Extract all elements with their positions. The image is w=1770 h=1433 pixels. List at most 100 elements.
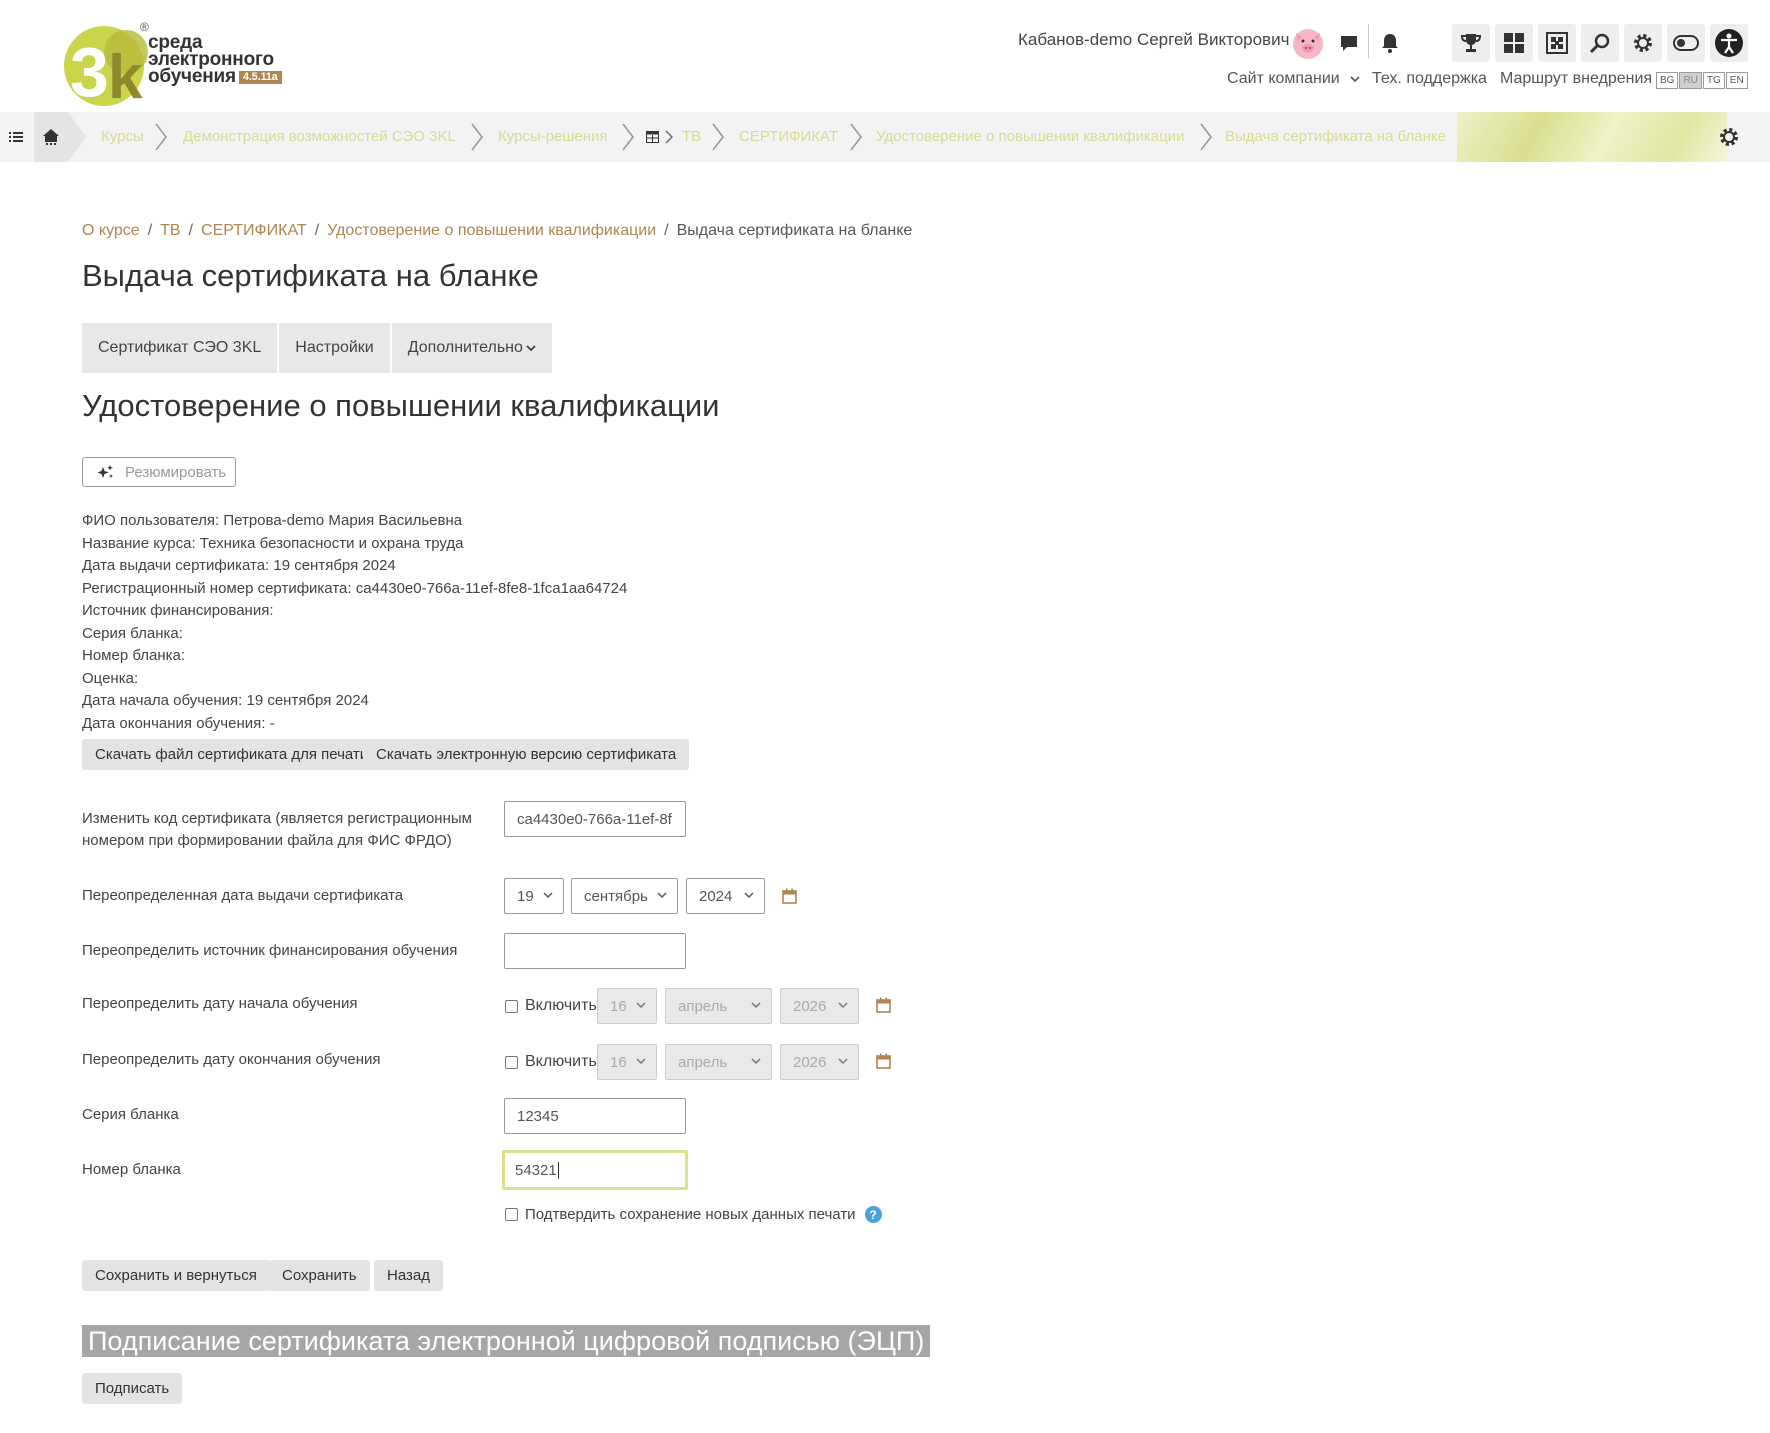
section-title: Удостоверение о повышении квалификации [82,388,720,423]
breadcrumb-tv[interactable]: ТВ [160,222,180,239]
version-badge: 4.5.11a [238,71,282,84]
crumb-certificate[interactable]: СЕРТИФИКАТ [739,128,838,145]
avatar[interactable] [1290,25,1326,61]
calendar-icon[interactable] [876,1053,891,1069]
download-electronic-button[interactable]: Скачать электронную версию сертификата [363,739,690,770]
user-name[interactable]: Кабанов-demo Сергей Викторович [1018,30,1289,50]
info-line-course: Название курса: Техника безопасности и о… [82,534,464,552]
funding-label: Переопределить источник финансирования о… [82,942,458,959]
chevron-down-icon [1350,76,1360,83]
resume-button[interactable]: Резюмировать [82,457,236,487]
chat-icon[interactable] [1330,24,1368,62]
breadcrumb-separator: / [314,222,320,239]
dashboard-icon[interactable] [1495,24,1533,62]
end-enable-label: Включить [525,1053,597,1070]
menu-list-icon[interactable] [0,112,32,162]
calendar-icon[interactable] [782,888,797,904]
tab-certificate-3kl[interactable]: Сертификат СЭО 3KL [82,323,280,373]
number-input[interactable]: 54321 [502,1150,688,1190]
calendar-icon[interactable] [876,997,891,1013]
code-label-line-2: номером при формировании файла для ФИС Ф… [82,832,452,849]
confirm-save-label: Подтвердить сохранение новых данных печа… [525,1206,856,1223]
header-divider [1368,24,1369,58]
info-line-issue-date: Дата выдачи сертификата: 19 сентября 202… [82,557,396,574]
end-year-select[interactable]: 2026 [780,1044,859,1080]
chevron-right-icon [471,123,484,151]
back-button[interactable]: Назад [374,1260,443,1291]
support-link[interactable]: Тех. поддержка [1372,70,1487,88]
funding-input[interactable] [504,933,686,969]
end-day-select[interactable]: 16 [597,1044,657,1080]
bell-icon[interactable] [1371,24,1409,62]
tab-more[interactable]: Дополнительно [392,323,552,373]
logo-text: среда электронного обучения 4.5.11a [148,33,282,86]
crumb-courses[interactable]: Курсы [101,128,144,145]
company-site-label: Сайт компании [1227,70,1340,87]
lang-en[interactable]: EN [1725,72,1748,89]
theme-toggle-icon[interactable] [1667,24,1705,62]
crumb-issue[interactable]: Выдача сертификата на бланке [1225,128,1446,145]
crumb-tv[interactable]: ТВ [682,128,701,145]
info-line-user: ФИО пользователя: Петрова-demo Мария Вас… [82,512,463,529]
svg-text:3: 3 [70,33,109,108]
lang-ru[interactable]: RU [1679,72,1702,89]
series-input[interactable]: 12345 [504,1098,686,1134]
breadcrumb-about-course[interactable]: О курсе [82,222,140,239]
chevron-down-icon [657,892,667,899]
chevron-right-icon [712,123,725,151]
checkbox-box [505,1208,518,1221]
info-line-number: Номер бланка: [82,647,186,664]
search-icon[interactable] [1581,24,1619,62]
checkbox-box [505,999,518,1013]
crumb-demo[interactable]: Демонстрация возможностей СЭО 3KL [183,128,456,145]
start-day-select[interactable]: 16 [597,988,657,1024]
end-enable-checkbox[interactable]: Включить [505,1053,597,1071]
code-label: Изменить код сертификата (является регис… [82,808,472,852]
company-site-link[interactable]: Сайт компании [1227,70,1360,88]
crumb-solutions[interactable]: Курсы-решения [498,128,608,145]
save-button[interactable]: Сохранить [269,1260,370,1291]
gear-icon[interactable] [1624,24,1662,62]
puzzle-icon[interactable] [1538,24,1576,62]
lang-tg[interactable]: TG [1702,72,1725,89]
info-line-series: Серия бланка: [82,624,183,642]
certificate-code-input[interactable]: ca4430e0-766a-11ef-8f [504,801,686,837]
sign-button[interactable]: Подписать [82,1373,183,1404]
download-print-button[interactable]: Скачать файл сертификата для печати [82,739,382,770]
end-month-select[interactable]: апрель [665,1044,772,1080]
breadcrumb-qualification[interactable]: Удостоверение о повышении квалификации [327,222,656,239]
start-enable-checkbox[interactable]: Включить [505,997,597,1015]
crumb-qualification[interactable]: Удостоверение о повышении квалификации [876,128,1184,145]
start-day-value: 16 [610,997,627,1015]
chevron-right-small-icon [665,130,673,144]
start-date-label: Переопределить дату начала обучения [82,995,358,1012]
page-settings-gear-icon[interactable] [1718,126,1740,153]
home-icon[interactable] [34,112,68,162]
issue-date-label: Переопределенная дата выдачи сертификата [82,887,404,904]
signature-section-title: Подписание сертификата электронной цифро… [82,1325,931,1357]
accessibility-icon[interactable] [1710,24,1748,62]
info-line-reg-number: Регистрационный номер сертификата: ca443… [82,579,628,597]
number-label: Номер бланка [82,1161,181,1178]
lang-bg[interactable]: BG [1656,72,1679,89]
info-line-funding: Источник финансирования: [82,602,274,619]
info-line-start-date: Дата начала обучения: 19 сентября 2024 [82,692,369,709]
start-year-value: 2026 [793,997,827,1015]
help-icon[interactable]: ? [864,1206,882,1223]
save-and-return-button[interactable]: Сохранить и вернуться [82,1260,270,1291]
start-month-select[interactable]: апрель [665,988,772,1024]
trophy-icon[interactable] [1452,24,1490,62]
route-link[interactable]: Маршрут внедрения [1500,70,1652,88]
issue-day-select[interactable]: 19 [504,878,564,914]
chevron-right-icon [622,123,635,151]
tab-settings[interactable]: Настройки [279,323,392,373]
language-switcher: BG RU TG EN [1656,72,1749,89]
start-year-select[interactable]: 2026 [780,988,859,1024]
page-title: Выдача сертификата на бланке [82,258,539,293]
certificate-info: ФИО пользователя: Петрова-demo Мария Вас… [82,510,627,735]
chevron-right-icon [155,123,168,151]
issue-year-select[interactable]: 2024 [686,878,765,914]
confirm-save-checkbox[interactable]: Подтвердить сохранение новых данных печа… [505,1206,882,1223]
breadcrumb-certificate[interactable]: СЕРТИФИКАТ [201,222,307,239]
issue-month-select[interactable]: сентябрь [571,878,678,914]
